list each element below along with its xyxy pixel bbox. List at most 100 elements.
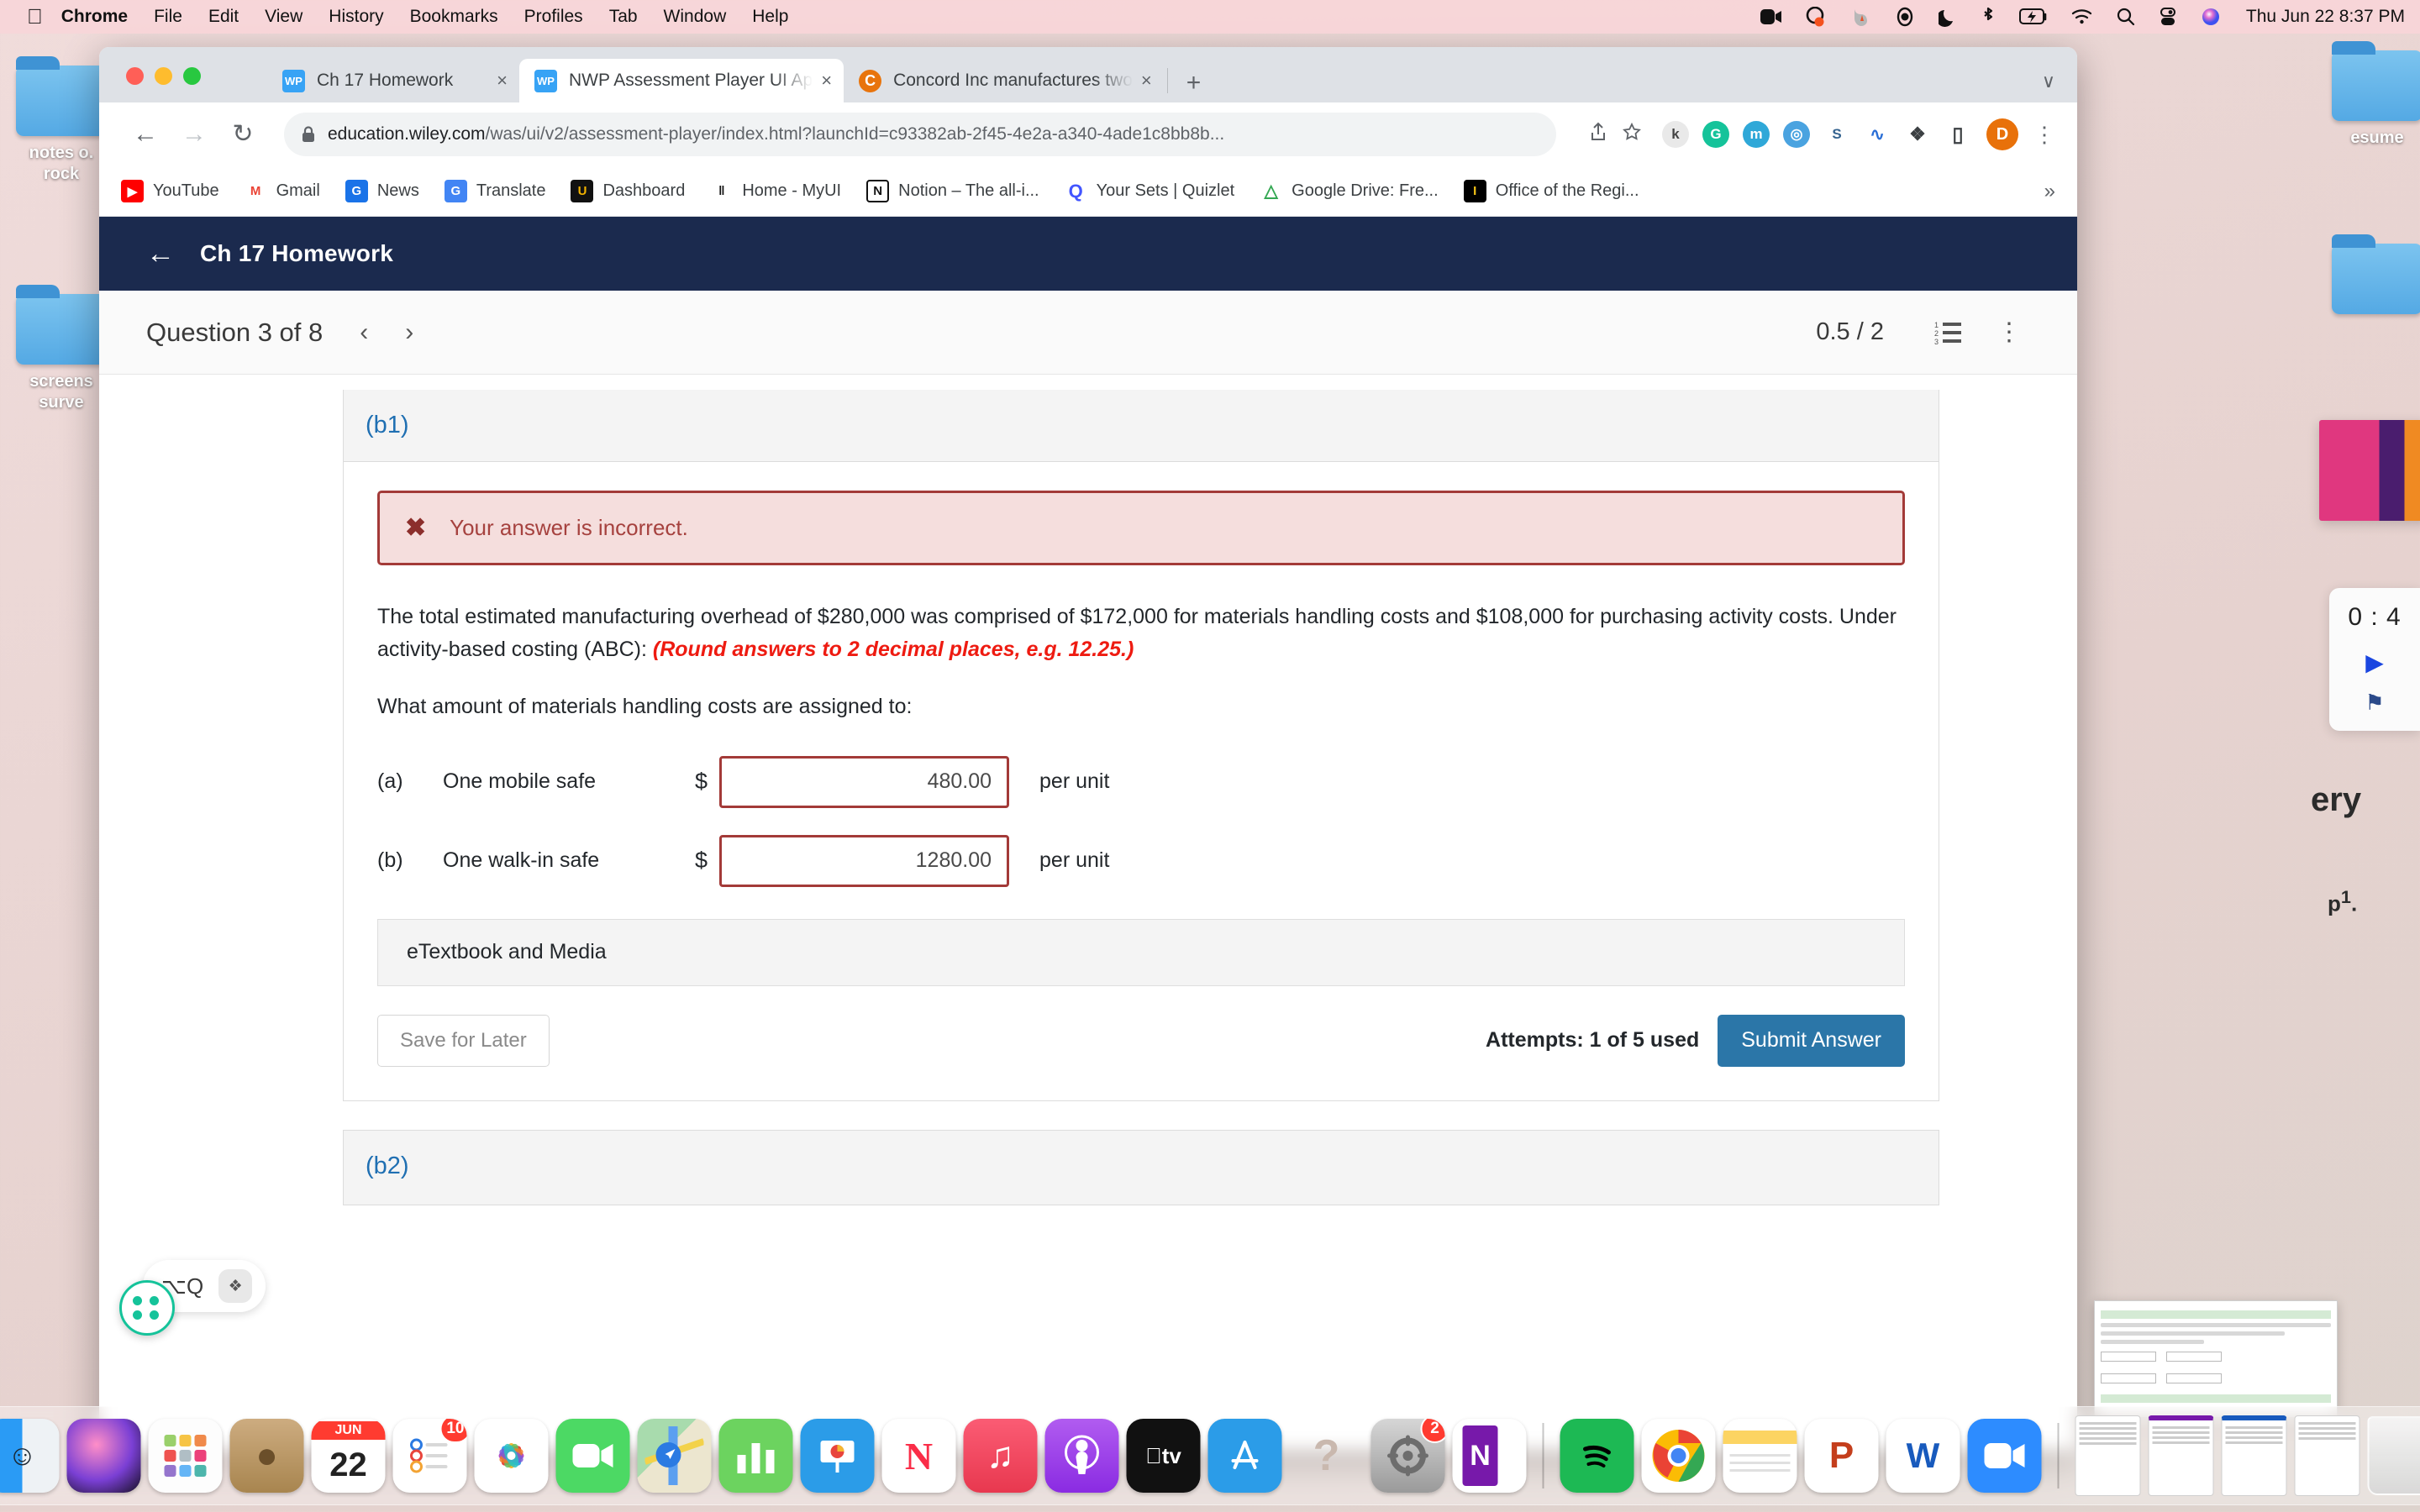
screen-record-icon[interactable]	[1760, 8, 1782, 25]
etextbook-and-media-button[interactable]: eTextbook and Media	[377, 918, 1905, 986]
bookmark-quizlet[interactable]: Q Your Sets | Quizlet	[1064, 180, 1234, 202]
assessment-content[interactable]: (b1) ✖ Your answer is incorrect. The tot…	[99, 375, 2077, 1450]
system-preferences-icon[interactable]: 2	[1370, 1419, 1445, 1493]
firefox-icon[interactable]	[1851, 7, 1871, 27]
tab-ch17-homework[interactable]: WP Ch 17 Homework ×	[267, 59, 519, 102]
timer-widget[interactable]: 0 : 4 ▶ ⚑	[2329, 588, 2420, 731]
siri-icon[interactable]	[2201, 7, 2221, 27]
wifi-icon[interactable]	[2071, 8, 2093, 25]
desktop-folder-extra[interactable]	[2328, 234, 2420, 314]
close-tab-icon[interactable]: ×	[821, 71, 832, 90]
honey-extension-icon[interactable]: ◎	[1783, 121, 1810, 148]
grammarly-widget[interactable]: ⌥Q ❖	[119, 1260, 266, 1336]
menu-item-help[interactable]: Help	[752, 7, 788, 27]
minimize-window-button[interactable]	[155, 67, 172, 85]
puzzle-extensions-icon[interactable]: ❖	[1904, 121, 1931, 148]
notes-icon[interactable]	[1723, 1419, 1797, 1493]
mercury-extension-icon[interactable]: m	[1743, 121, 1770, 148]
bookmark-dashboard[interactable]: U Dashboard	[571, 180, 685, 202]
answer-input-mobile-safe[interactable]: 480.00	[719, 755, 1010, 808]
keynote-icon[interactable]	[800, 1419, 875, 1493]
next-question-button[interactable]: ›	[405, 319, 413, 345]
zoom-icon[interactable]	[1967, 1419, 2042, 1493]
close-window-button[interactable]	[126, 67, 144, 85]
menu-item-chrome[interactable]: Chrome	[61, 7, 128, 27]
bookmark-translate[interactable]: G Translate	[444, 180, 545, 202]
share-icon[interactable]	[1581, 122, 1615, 147]
bookmark-home-myui[interactable]: ‖ Home - MyUI	[710, 180, 841, 202]
spotlight-search-icon[interactable]	[2117, 8, 2135, 26]
bookmark-star-icon[interactable]	[1615, 122, 1649, 147]
back-arrow-icon[interactable]: ←	[146, 239, 175, 268]
notes-minimized-window[interactable]	[2075, 1415, 2141, 1496]
bookmark-youtube[interactable]: ▶ YouTube	[121, 180, 219, 202]
grammarly-extension-icon[interactable]: G	[1702, 121, 1729, 148]
trash-icon[interactable]	[2367, 1416, 2420, 1495]
bookmark-gmail[interactable]: M Gmail	[244, 180, 320, 202]
music-icon[interactable]: ♫	[963, 1419, 1038, 1493]
bookmark-office-registrar[interactable]: I Office of the Regi...	[1463, 180, 1639, 202]
facetime-icon[interactable]	[555, 1419, 630, 1493]
wave-extension-icon[interactable]: ∿	[1864, 121, 1891, 148]
tab-concord-inc[interactable]: C Concord Inc manufactures two ×	[844, 59, 1164, 102]
photos-icon[interactable]	[474, 1419, 549, 1493]
user-account-icon[interactable]	[1895, 7, 1915, 27]
control-center-icon[interactable]	[2159, 7, 2177, 27]
play-icon[interactable]: ▶	[2329, 648, 2420, 676]
menu-item-edit[interactable]: Edit	[208, 7, 239, 27]
appletv-icon[interactable]: tv	[1126, 1419, 1201, 1493]
numbered-list-icon[interactable]: 1 2 3	[1934, 320, 1963, 345]
back-button[interactable]: ←	[121, 122, 170, 147]
news-icon[interactable]: N	[881, 1419, 956, 1493]
forward-button[interactable]: →	[170, 122, 218, 147]
loom-icon[interactable]	[1806, 7, 1828, 27]
close-tab-icon[interactable]: ×	[1141, 71, 1152, 90]
battery-charging-icon[interactable]	[2018, 8, 2048, 25]
reload-button[interactable]: ↻	[218, 122, 267, 147]
launchpad-icon[interactable]	[148, 1419, 223, 1493]
menu-item-history[interactable]: History	[329, 7, 383, 27]
bookmark-google-drive[interactable]: △ Google Drive: Fre...	[1260, 180, 1439, 202]
sidepanel-icon[interactable]: ▯	[1944, 121, 1971, 148]
flag-icon[interactable]: ⚑	[2329, 690, 2420, 716]
contacts-icon[interactable]: ●	[229, 1419, 304, 1493]
tab-search-chevron-down-icon[interactable]: ∨	[2042, 71, 2055, 92]
maximize-window-button[interactable]	[183, 67, 201, 85]
more-options-kebab-icon[interactable]: ⋮	[1996, 318, 2022, 347]
bluetooth-icon[interactable]	[1981, 6, 1996, 28]
onenote-icon[interactable]: N	[1452, 1419, 1527, 1493]
chrome-minimized-window[interactable]	[2294, 1415, 2360, 1496]
numbers-icon[interactable]	[718, 1419, 793, 1493]
submit-answer-button[interactable]: Submit Answer	[1718, 1014, 1905, 1067]
calendar-icon[interactable]: JUN 22	[311, 1419, 386, 1493]
podcasts-icon[interactable]	[1044, 1419, 1119, 1493]
tab-nwp-assessment-player[interactable]: WP NWP Assessment Player UI Ap ×	[519, 59, 844, 102]
siri-icon[interactable]	[66, 1419, 141, 1493]
word-icon[interactable]: W	[1886, 1419, 1960, 1493]
profile-avatar[interactable]: D	[1986, 118, 2018, 150]
chrome-menu-kebab-icon[interactable]: ⋮	[2033, 123, 2055, 145]
address-bar[interactable]: education.wiley.com /was/ui/v2/assessmen…	[284, 113, 1556, 156]
chrome-icon[interactable]	[1641, 1419, 1716, 1493]
scribbr-extension-icon[interactable]: S	[1823, 121, 1850, 148]
grammarly-dots-icon[interactable]	[119, 1280, 175, 1336]
menu-item-window[interactable]: Window	[664, 7, 727, 27]
powerpoint-icon[interactable]: P	[1804, 1419, 1879, 1493]
word-minimized-window[interactable]	[2221, 1415, 2287, 1496]
kami-extension-icon[interactable]: k	[1662, 121, 1689, 148]
apple-logo-icon[interactable]: 	[27, 6, 43, 28]
bookmark-notion[interactable]: N Notion – The all-i...	[866, 180, 1039, 202]
reminders-icon[interactable]: 10	[392, 1419, 467, 1493]
menu-item-profiles[interactable]: Profiles	[524, 7, 583, 27]
onenote-minimized-window[interactable]	[2148, 1415, 2214, 1496]
desktop-folder-notes[interactable]: notes o. rock	[12, 56, 111, 185]
finder-icon[interactable]: ☺	[0, 1419, 60, 1493]
desktop-folder-screenshots[interactable]: screens surve	[12, 285, 111, 413]
bookmark-news[interactable]: G News	[345, 180, 419, 202]
app-store-icon[interactable]	[1207, 1419, 1282, 1493]
spotify-icon[interactable]	[1560, 1419, 1634, 1493]
desktop-folder-resume[interactable]: esume	[2328, 41, 2420, 149]
menu-item-view[interactable]: View	[265, 7, 302, 27]
new-tab-button[interactable]: +	[1171, 71, 1217, 102]
menubar-clock[interactable]: Thu Jun 22 8:37 PM	[2246, 7, 2405, 27]
